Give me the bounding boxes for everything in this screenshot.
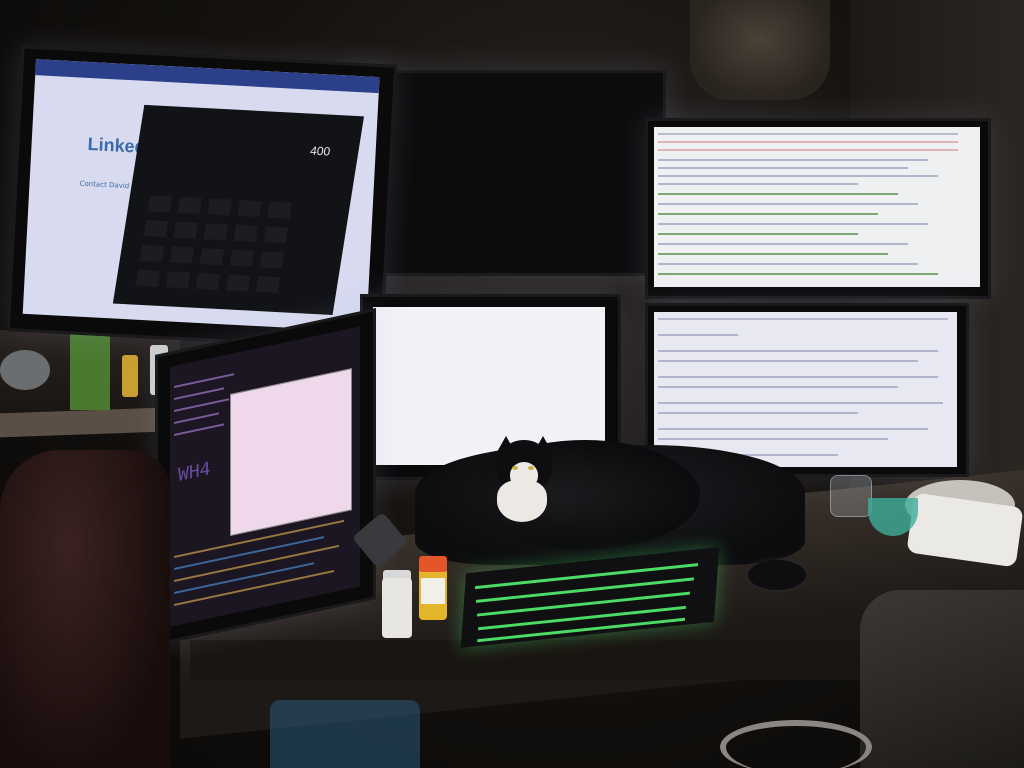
text-line — [658, 360, 918, 362]
monitor-screen: Linkedin Contact David on LinkedIn 400 — [22, 59, 380, 332]
cat-eye — [528, 466, 534, 470]
text-line — [658, 175, 938, 177]
shelf-bottle — [122, 355, 138, 397]
calculator-key — [267, 201, 292, 219]
text-line — [658, 376, 938, 378]
text-line — [658, 193, 898, 195]
monitor-top-right — [645, 118, 991, 299]
bag-under-desk — [270, 700, 420, 768]
calculator-window: 400 — [112, 104, 365, 315]
text-line — [658, 159, 928, 161]
text-line — [658, 412, 858, 414]
terminal-line — [174, 398, 229, 412]
calculator-key — [225, 274, 251, 292]
text-line — [658, 438, 888, 440]
shelf-box — [70, 330, 110, 410]
calculator-key — [229, 249, 255, 267]
keyboard-key-row — [475, 577, 694, 603]
monitor-bottom-left: WH4 — [155, 308, 376, 646]
text-line — [658, 167, 908, 169]
dialog-window — [230, 368, 352, 537]
pill-bottle-cap — [419, 556, 447, 572]
calculator-key — [147, 195, 173, 213]
calculator-key — [255, 276, 281, 294]
calculator-key — [177, 196, 203, 214]
toolbar-line — [658, 133, 958, 135]
armchair — [0, 450, 170, 768]
terminal-watermark: WH4 — [178, 458, 211, 487]
cat-chest — [497, 480, 547, 522]
computer-mouse — [748, 560, 806, 590]
calculator-key — [143, 220, 169, 238]
text-line — [658, 263, 918, 265]
text-line — [658, 233, 858, 235]
terminal-line — [174, 373, 234, 388]
calculator-key — [195, 272, 221, 290]
tab-line — [658, 149, 958, 151]
calculator-key — [203, 223, 229, 241]
pill-bottle-white — [382, 578, 412, 638]
monitor-screen: WH4 — [170, 326, 360, 627]
text-line — [658, 350, 938, 352]
monitor-screen — [654, 312, 957, 467]
calculator-key — [233, 224, 259, 242]
browser-tab-bar — [35, 59, 380, 94]
pill-bottle-label — [421, 578, 445, 604]
glass — [830, 475, 872, 517]
text-line — [658, 243, 908, 245]
calculator-key — [173, 221, 199, 239]
toolbar-line — [658, 318, 948, 320]
shelf-lamp — [0, 350, 50, 390]
text-line — [658, 223, 928, 225]
calculator-key — [237, 199, 262, 218]
calculator-key — [165, 271, 191, 289]
text-line — [658, 213, 878, 215]
terminal-line — [174, 423, 224, 436]
calculator-key — [139, 244, 165, 262]
calculator-key — [263, 226, 288, 244]
office-chair — [860, 590, 1024, 768]
text-line — [658, 386, 898, 388]
calculator-key — [207, 198, 233, 216]
text-line — [658, 428, 928, 430]
terminal-line — [174, 387, 224, 400]
tab-line — [658, 141, 958, 143]
calculator-key — [259, 251, 285, 269]
desk-edge — [190, 640, 890, 680]
text-line — [658, 402, 943, 404]
text-line — [658, 334, 738, 336]
photo-scene: Linkedin Contact David on LinkedIn 400 — [0, 0, 1024, 768]
text-line — [658, 183, 858, 185]
terminal-line — [174, 412, 219, 424]
text-line — [658, 253, 888, 255]
keyboard-key-row — [477, 591, 690, 617]
text-line — [658, 203, 918, 205]
cat-eye — [512, 466, 518, 470]
text-line — [658, 273, 938, 275]
calculator-key — [199, 248, 225, 266]
monitor-top-left: Linkedin Contact David on LinkedIn 400 — [6, 45, 398, 351]
chair-base — [720, 720, 872, 768]
monitor-screen — [654, 127, 980, 287]
calculator-display: 400 — [309, 143, 332, 159]
calculator-key — [169, 246, 195, 264]
lamp-shade — [690, 0, 830, 100]
calculator-key — [135, 269, 161, 287]
